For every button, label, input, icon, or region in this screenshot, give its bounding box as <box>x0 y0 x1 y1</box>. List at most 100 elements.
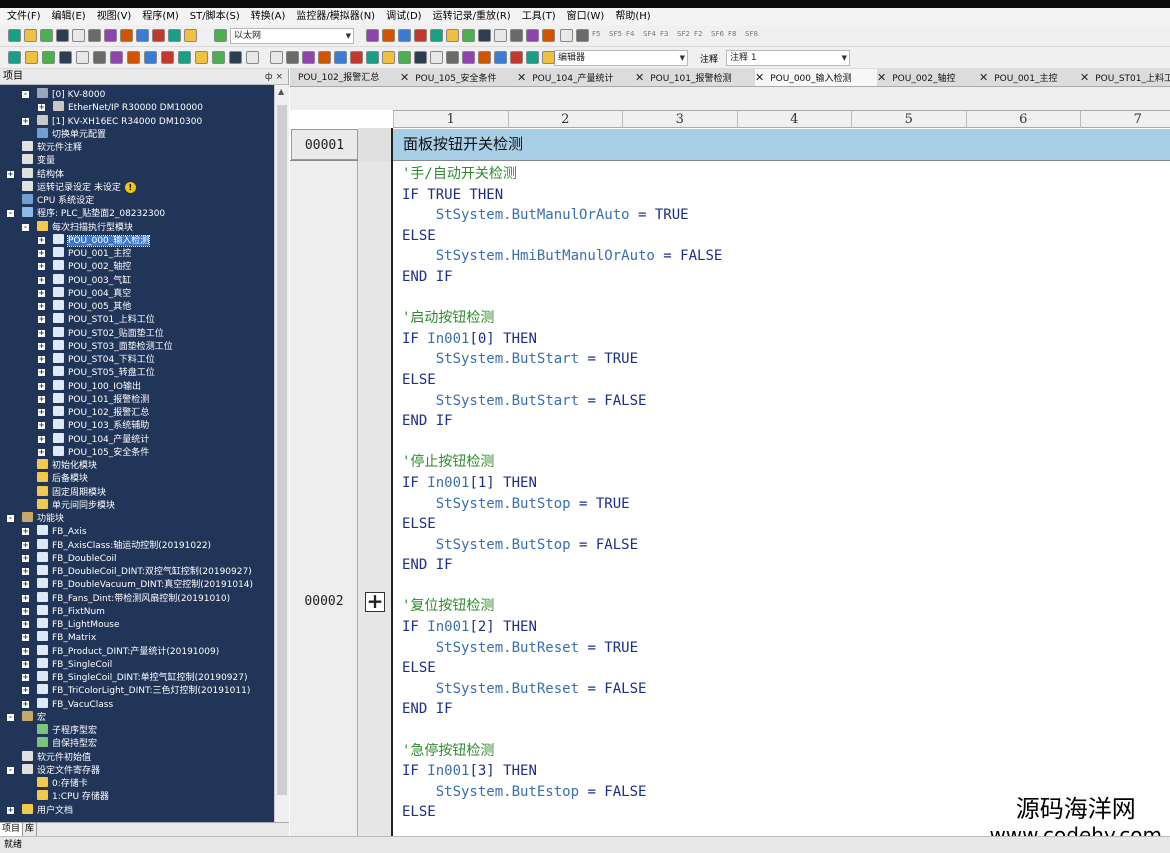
toolbar-button-icon[interactable] <box>161 51 174 64</box>
function-key-button[interactable]: F5 <box>592 30 600 38</box>
tree-item[interactable]: + [1] KV-XH16EC R34000 DM10300 <box>22 114 202 128</box>
tree-item[interactable]: + POU_001_主控 <box>38 247 131 260</box>
comment-select[interactable]: 注释 1 ▼ <box>726 50 850 66</box>
expand-icon[interactable]: + <box>38 369 45 377</box>
function-key-button[interactable]: F4 <box>626 30 634 38</box>
editor-tab[interactable]: ✕ POU_002_轴控 <box>877 69 979 86</box>
menu-item[interactable]: 窗口(W) <box>560 8 609 25</box>
toolbar-button-icon[interactable] <box>40 29 53 42</box>
menu-item[interactable]: 程序(M) <box>135 8 182 25</box>
expand-icon[interactable]: + <box>22 554 29 562</box>
tree-item[interactable]: + FB_Axis <box>22 525 87 538</box>
toolbar-button-icon[interactable] <box>382 51 395 64</box>
toolbar-button-icon[interactable] <box>120 29 133 42</box>
tree-scrollbar[interactable]: ▲▼ <box>274 85 289 834</box>
expand-icon[interactable]: + <box>38 236 45 244</box>
function-key-button[interactable]: SF8 <box>745 30 758 38</box>
toolbar-button-icon[interactable] <box>542 29 555 42</box>
expand-icon[interactable]: + <box>7 170 14 178</box>
scroll-up-icon[interactable]: ▲ <box>278 87 284 96</box>
pin-close-icons[interactable]: ф × <box>265 69 283 85</box>
toolbar-button-icon[interactable] <box>350 51 363 64</box>
menu-item[interactable]: 工具(T) <box>515 8 560 25</box>
expand-icon[interactable]: + <box>22 528 29 536</box>
toolbar-button-icon[interactable] <box>430 51 443 64</box>
tree-item[interactable]: + FB_SingleCoil_DINT:单控气缸控制(20190927) <box>22 671 248 684</box>
tree-item[interactable]: + FB_AxisClass:轴运动控制(20191022) <box>22 538 211 552</box>
editor-tab[interactable]: POU_102_报警汇总 <box>294 69 400 86</box>
toolbar-button-icon[interactable] <box>494 29 507 42</box>
toolbar-button-icon[interactable] <box>270 51 283 64</box>
close-icon[interactable]: ✕ <box>635 71 644 84</box>
toolbar-button-icon[interactable] <box>127 51 140 64</box>
tree-item[interactable]: - [0] KV-8000 <box>22 88 105 101</box>
menu-item[interactable]: 视图(V) <box>90 8 136 25</box>
toolbar-button-icon[interactable] <box>510 51 523 64</box>
tree-item[interactable]: + FB_DoubleCoil <box>22 551 117 565</box>
toolbar-button-icon[interactable] <box>76 51 89 64</box>
menu-item[interactable]: ST/脚本(S) <box>183 8 244 25</box>
toolbar-button-icon[interactable] <box>168 29 181 42</box>
expand-icon[interactable]: + <box>38 382 45 390</box>
toolbar-button-icon[interactable] <box>446 51 459 64</box>
toolbar-button-icon[interactable] <box>398 51 411 64</box>
toolbar-button-icon[interactable] <box>212 51 225 64</box>
tree-item[interactable]: + POU_105_安全条件 <box>38 445 149 459</box>
expand-icon[interactable]: + <box>22 541 29 549</box>
tree-item[interactable]: 运转记录设定 未设定! <box>22 180 136 194</box>
tree-item[interactable]: CPU 系统设定 <box>22 194 94 207</box>
tree-item[interactable]: + FB_DoubleCoil_DINT:双控气缸控制(20190927) <box>22 565 252 578</box>
editor-tab[interactable]: ✕ POU_001_主控 <box>979 69 1080 86</box>
function-key-button[interactable]: F2 <box>694 30 702 38</box>
toolbar-button-icon[interactable] <box>214 29 227 42</box>
tree-item[interactable]: + POU_104_产量统计 <box>38 432 149 446</box>
menu-item[interactable]: 运转记录/重放(R) <box>426 8 515 25</box>
tree-item[interactable]: + POU_ST01_上料工位 <box>38 313 155 326</box>
tab-library[interactable]: 库 <box>23 823 38 836</box>
toolbar-button-icon[interactable] <box>229 51 242 64</box>
collapse-icon[interactable]: - <box>7 766 14 774</box>
editor-tab[interactable]: ✕ POU_ST01_上料工 <box>1080 69 1170 86</box>
tree-item[interactable]: 自保持型宏 <box>37 737 97 750</box>
toolbar-button-icon[interactable] <box>560 29 573 42</box>
scrollbar-thumb[interactable] <box>277 105 287 795</box>
rung-00001[interactable]: 00001 面板按钮开关检测 <box>290 128 1170 161</box>
toolbar-button-icon[interactable] <box>8 51 21 64</box>
tree-item[interactable]: + POU_000_输入检测 <box>38 233 151 247</box>
expand-icon[interactable]: + <box>38 409 45 416</box>
tree-item[interactable]: + POU_102_报警汇总 <box>38 406 149 419</box>
expand-icon[interactable]: + <box>22 568 29 575</box>
toolbar-button-icon[interactable] <box>286 51 299 64</box>
expand-icon[interactable]: + <box>22 647 29 655</box>
tree-item[interactable]: 初始化模块 <box>37 459 97 472</box>
toolbar-button-icon[interactable] <box>398 29 411 42</box>
function-key-button[interactable]: F3 <box>660 30 668 38</box>
toolbar-button-icon[interactable] <box>526 29 539 42</box>
tree-item[interactable]: + FB_FixtNum <box>22 604 105 618</box>
expand-icon[interactable]: + <box>7 806 14 814</box>
editor-tab[interactable]: ✕ POU_105_安全条件 <box>400 69 517 86</box>
tree-item[interactable]: + POU_103_系统辅助 <box>38 419 149 432</box>
expand-icon[interactable]: + <box>22 634 29 642</box>
tree-item[interactable]: + FB_Product_DINT:产量统计(20191009) <box>22 644 219 658</box>
toolbar-button-icon[interactable] <box>382 29 395 42</box>
toolbar-button-icon[interactable] <box>8 29 21 42</box>
toolbar-button-icon[interactable] <box>526 51 539 64</box>
menu-item[interactable]: 文件(F) <box>0 8 45 25</box>
close-icon[interactable]: ✕ <box>517 71 526 84</box>
tree-item[interactable]: 1:CPU 存储器 <box>37 790 109 803</box>
toolbar-button-icon[interactable] <box>414 29 427 42</box>
tree-item[interactable]: + POU_100_IO输出 <box>38 379 141 393</box>
expand-icon[interactable]: + <box>38 250 45 257</box>
expand-icon[interactable]: + <box>22 621 29 628</box>
tree-item[interactable]: + EtherNet/IP R30000 DM10000 <box>38 101 203 114</box>
toolbar-button-icon[interactable] <box>430 29 443 42</box>
tree-item[interactable]: - 设定文件寄存器 <box>7 763 100 777</box>
menu-item[interactable]: 调试(D) <box>379 8 426 25</box>
toolbar-button-icon[interactable] <box>88 29 101 42</box>
toolbar-button-icon[interactable] <box>195 51 208 64</box>
function-key-button[interactable]: F8 <box>728 30 736 38</box>
collapse-icon[interactable]: - <box>7 713 14 721</box>
tree-item[interactable]: 子程序型宏 <box>37 724 97 737</box>
expand-icon[interactable]: + <box>22 117 29 125</box>
